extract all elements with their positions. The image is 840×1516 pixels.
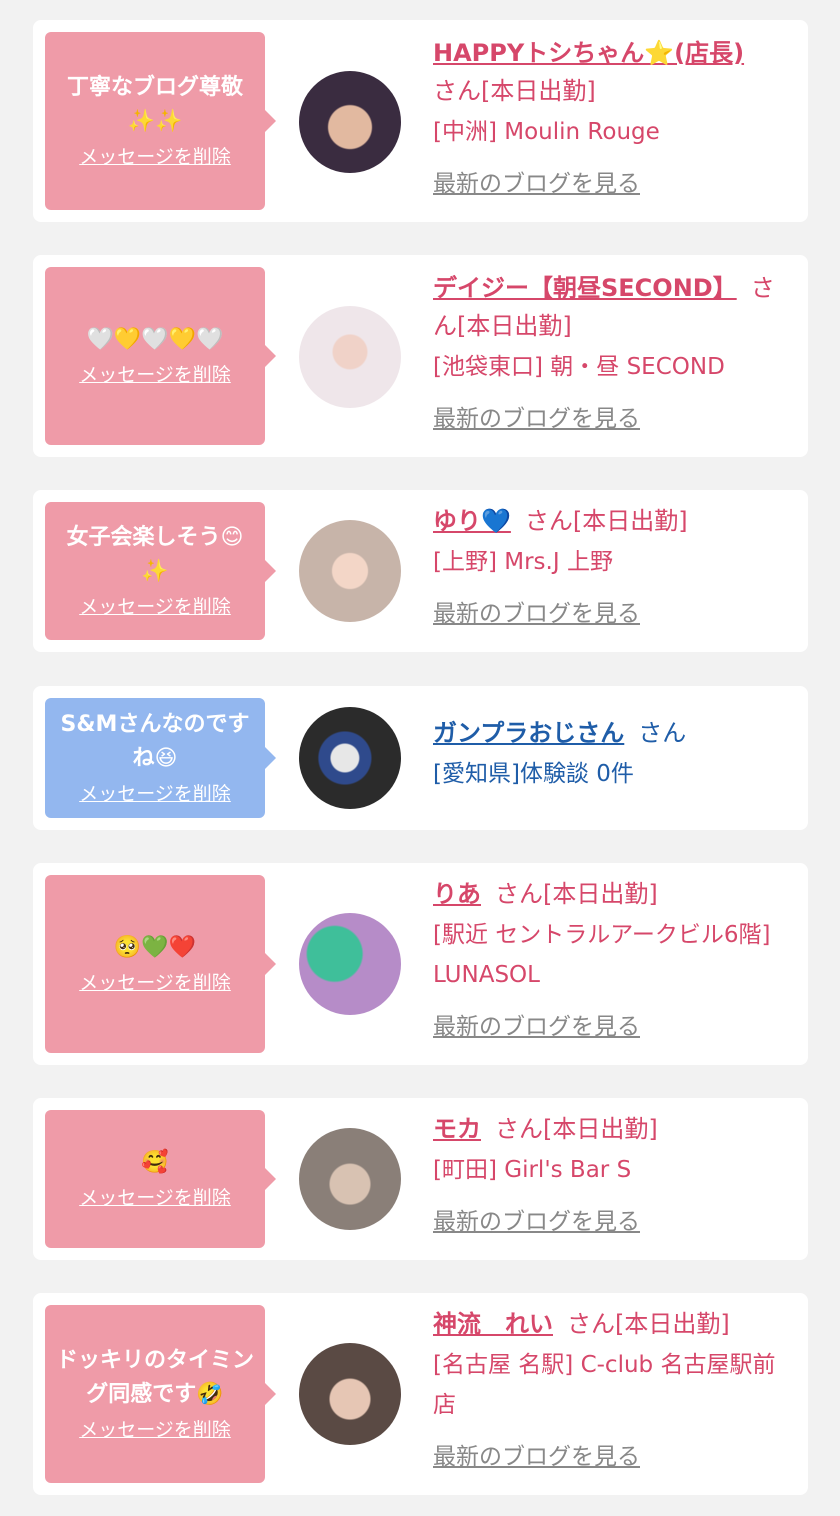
shop-name: [中洲] Moulin Rouge (433, 119, 660, 145)
message-bubble: 🤍💛🤍💛🤍 メッセージを削除 (45, 267, 276, 445)
message-card: 🤍💛🤍💛🤍 メッセージを削除 デイジー【朝昼SECOND】 さん[本日出勤] [池… (33, 255, 808, 457)
shop-name: [上野] Mrs.J 上野 (433, 549, 613, 575)
shop-name: [駅近 セントラルアークビル6階] LUNASOL (433, 922, 771, 988)
shop-name: [愛知県]体験談 0件 (433, 761, 634, 787)
message-emoji: ✨✨ (127, 109, 183, 134)
avatar[interactable] (299, 520, 401, 622)
avatar[interactable] (299, 306, 401, 408)
shop-name: [町田] Girl's Bar S (433, 1157, 632, 1183)
message-bubble: 女子会楽しそう😊 ✨ メッセージを削除 (45, 502, 276, 640)
message-emoji: 🥰 (141, 1150, 169, 1175)
message-card: 女子会楽しそう😊 ✨ メッセージを削除 ゆり💙 さん[本日出勤] [上野] Mrs… (33, 490, 808, 652)
message-card: ドッキリのタイミング同感です🤣 メッセージを削除 神流 れい さん[本日出勤] [… (33, 1293, 808, 1495)
user-info: HAPPYトシちゃん⭐(店長) さん[本日出勤] [中洲] Moulin Rou… (433, 34, 797, 198)
user-name-link[interactable]: ガンプラおじさん (433, 719, 624, 747)
message-card: 🥰 メッセージを削除 モカ さん[本日出勤] [町田] Girl's Bar S … (33, 1098, 808, 1260)
avatar[interactable] (299, 913, 401, 1015)
user-info: 神流 れい さん[本日出勤] [名古屋 名駅] C-club 名古屋駅前店 最新の… (433, 1305, 797, 1471)
avatar[interactable] (299, 1128, 401, 1230)
user-name-link[interactable]: ゆり💙 (433, 507, 511, 535)
message-bubble: 🥺💚❤️ メッセージを削除 (45, 875, 276, 1053)
message-text: 丁寧なブログ尊敬 (66, 75, 243, 100)
see-blog-link[interactable]: 最新のブログを見る (433, 1437, 797, 1471)
user-info: モカ さん[本日出勤] [町田] Girl's Bar S 最新のブログを見る (433, 1110, 797, 1236)
delete-message-link[interactable]: メッセージを削除 (79, 361, 231, 389)
see-blog-link[interactable]: 最新のブログを見る (433, 399, 797, 433)
message-bubble: 🥰 メッセージを削除 (45, 1110, 276, 1248)
user-status: さん[本日出勤] (495, 1115, 658, 1143)
user-status: さん[本日出勤] (433, 77, 596, 105)
user-name-link[interactable]: デイジー【朝昼SECOND】 (433, 274, 737, 302)
message-list: 丁寧なブログ尊敬 ✨✨ メッセージを削除 HAPPYトシちゃん⭐(店長) さん[… (0, 0, 840, 1516)
message-card: 丁寧なブログ尊敬 ✨✨ メッセージを削除 HAPPYトシちゃん⭐(店長) さん[… (33, 20, 808, 222)
see-blog-link[interactable]: 最新のブログを見る (433, 594, 797, 628)
user-info: ガンプラおじさん さん [愛知県]体験談 0件 (433, 714, 797, 794)
message-emoji: ✨ (141, 559, 169, 584)
message-text: ドッキリのタイミング同感です🤣 (55, 1348, 254, 1407)
user-status: さん[本日出勤] (524, 507, 688, 535)
delete-message-link[interactable]: メッセージを削除 (79, 593, 231, 621)
avatar[interactable] (299, 1343, 401, 1445)
message-text: 女子会楽しそう😊 (66, 525, 244, 550)
message-bubble: 丁寧なブログ尊敬 ✨✨ メッセージを削除 (45, 32, 276, 210)
shop-name: [名古屋 名駅] C-club 名古屋駅前店 (433, 1352, 776, 1418)
see-blog-link[interactable]: 最新のブログを見る (433, 164, 797, 198)
message-bubble: S&Mさんなのですね😆 メッセージを削除 (45, 698, 276, 818)
user-name-link[interactable]: モカ (433, 1115, 481, 1143)
see-blog-link[interactable]: 最新のブログを見る (433, 1007, 797, 1041)
user-status: さん[本日出勤] (495, 880, 658, 908)
user-name-link[interactable]: 神流 れい (433, 1310, 553, 1338)
delete-message-link[interactable]: メッセージを削除 (79, 1184, 231, 1212)
shop-name: [池袋東口] 朝・昼 SECOND (433, 354, 725, 380)
see-blog-link[interactable]: 最新のブログを見る (433, 1202, 797, 1236)
avatar[interactable] (299, 71, 401, 173)
message-text: S&Mさんなのですね😆 (60, 712, 250, 771)
user-info: ゆり💙 さん[本日出勤] [上野] Mrs.J 上野 最新のブログを見る (433, 502, 797, 628)
message-emoji: 🥺💚❤️ (113, 935, 197, 960)
delete-message-link[interactable]: メッセージを削除 (79, 143, 231, 171)
user-status: さん (638, 719, 687, 747)
delete-message-link[interactable]: メッセージを削除 (79, 1416, 231, 1444)
user-name-link[interactable]: HAPPYトシちゃん⭐(店長) (433, 39, 744, 67)
message-card: 🥺💚❤️ メッセージを削除 りあ さん[本日出勤] [駅近 セントラルアークビル6… (33, 863, 808, 1065)
delete-message-link[interactable]: メッセージを削除 (79, 780, 231, 808)
user-status: さん[本日出勤] (567, 1310, 730, 1338)
user-name-link[interactable]: りあ (433, 880, 481, 908)
avatar[interactable] (299, 707, 401, 809)
user-info: デイジー【朝昼SECOND】 さん[本日出勤] [池袋東口] 朝・昼 SECOND… (433, 269, 797, 433)
user-info: りあ さん[本日出勤] [駅近 セントラルアークビル6階] LUNASOL 最新の… (433, 875, 797, 1041)
message-card: S&Mさんなのですね😆 メッセージを削除 ガンプラおじさん さん [愛知県]体験談… (33, 686, 808, 830)
message-bubble: ドッキリのタイミング同感です🤣 メッセージを削除 (45, 1305, 276, 1483)
message-emoji: 🤍💛🤍💛🤍 (86, 327, 224, 352)
delete-message-link[interactable]: メッセージを削除 (79, 969, 231, 997)
